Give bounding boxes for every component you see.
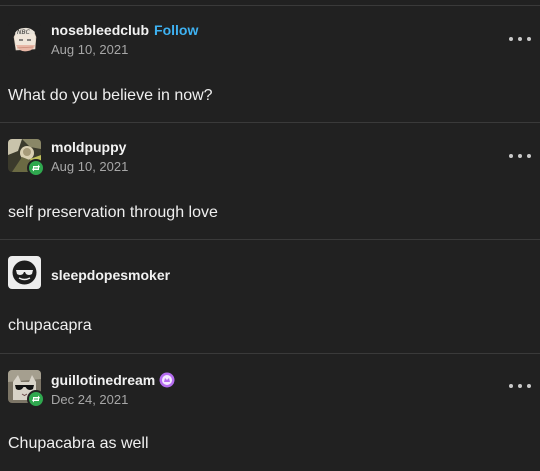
post-date: Aug 10, 2021 — [51, 159, 129, 174]
more-options-button[interactable] — [509, 151, 531, 161]
sunglasses-face-avatar — [8, 256, 41, 289]
more-options-button[interactable] — [509, 34, 531, 44]
dot-icon — [518, 154, 522, 158]
dot-icon — [518, 384, 522, 388]
avatar[interactable] — [8, 256, 42, 290]
reblog-icon — [27, 390, 45, 408]
post-date: Dec 24, 2021 — [51, 392, 129, 407]
note-text: Chupacabra as well — [8, 435, 149, 452]
avatar[interactable]: NBC — [8, 23, 42, 57]
avatar[interactable] — [8, 370, 45, 408]
post-header: nosebleedclub Follow — [51, 21, 198, 39]
follow-button[interactable]: Follow — [154, 22, 198, 38]
svg-text:NBC: NBC — [17, 29, 31, 36]
note-text: What do you believe in now? — [8, 87, 213, 104]
more-options-button[interactable] — [509, 381, 531, 391]
post-header: sleepdopesmoker — [51, 266, 170, 284]
note-text: self preservation through love — [8, 204, 218, 221]
note-item: NBC nosebleedclub Follow Aug 10, 2021 Wha… — [0, 6, 540, 123]
note-item: sleepdopesmoker chupacapra — [0, 240, 540, 354]
notes-feed: NBC nosebleedclub Follow Aug 10, 2021 Wha… — [0, 0, 540, 471]
dot-icon — [518, 37, 522, 41]
dot-icon — [509, 37, 513, 41]
note-text: chupacapra — [8, 317, 92, 334]
username-link[interactable]: moldpuppy — [51, 139, 126, 155]
note-item: guillotinedream Dec 24, 2021 Chupacabra … — [0, 354, 540, 471]
nbc-character-avatar: NBC — [8, 23, 41, 56]
note-item: moldpuppy Aug 10, 2021 self preservation… — [0, 123, 540, 240]
post-header: guillotinedream — [51, 371, 175, 389]
username-link[interactable]: nosebleedclub — [51, 22, 149, 38]
post-date: Aug 10, 2021 — [51, 42, 129, 57]
username-link[interactable]: guillotinedream — [51, 372, 155, 388]
dot-icon — [527, 384, 531, 388]
avatar[interactable] — [8, 139, 45, 177]
dot-icon — [509, 154, 513, 158]
dot-icon — [527, 37, 531, 41]
post-header: moldpuppy — [51, 138, 126, 156]
premium-badge-icon[interactable] — [159, 372, 175, 388]
dot-icon — [527, 154, 531, 158]
reblog-icon — [27, 159, 45, 177]
dot-icon — [509, 384, 513, 388]
username-link[interactable]: sleepdopesmoker — [51, 267, 170, 283]
